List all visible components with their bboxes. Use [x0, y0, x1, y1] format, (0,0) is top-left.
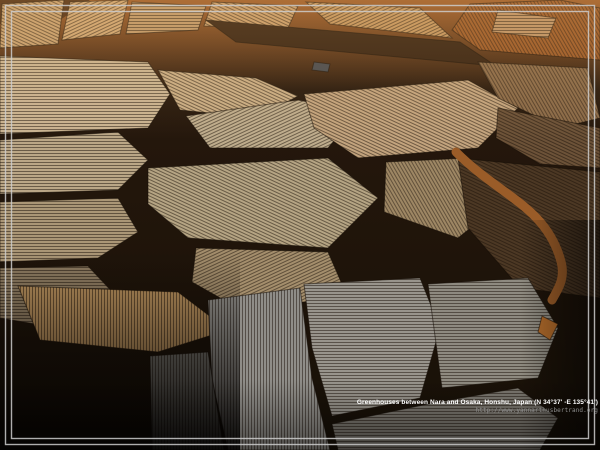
shadow-bottom — [0, 380, 600, 450]
photo-caption: Greenhouses between Nara and Osaka, Hons… — [357, 399, 598, 414]
caption-url: http://www.yannarthusbertrand.org — [357, 407, 598, 414]
sunset-glow — [0, 0, 600, 140]
wallpaper: Greenhouses between Nara and Osaka, Hons… — [0, 0, 600, 450]
aerial-photo — [0, 0, 600, 450]
caption-title: Greenhouses between Nara and Osaka, Hons… — [357, 399, 598, 407]
